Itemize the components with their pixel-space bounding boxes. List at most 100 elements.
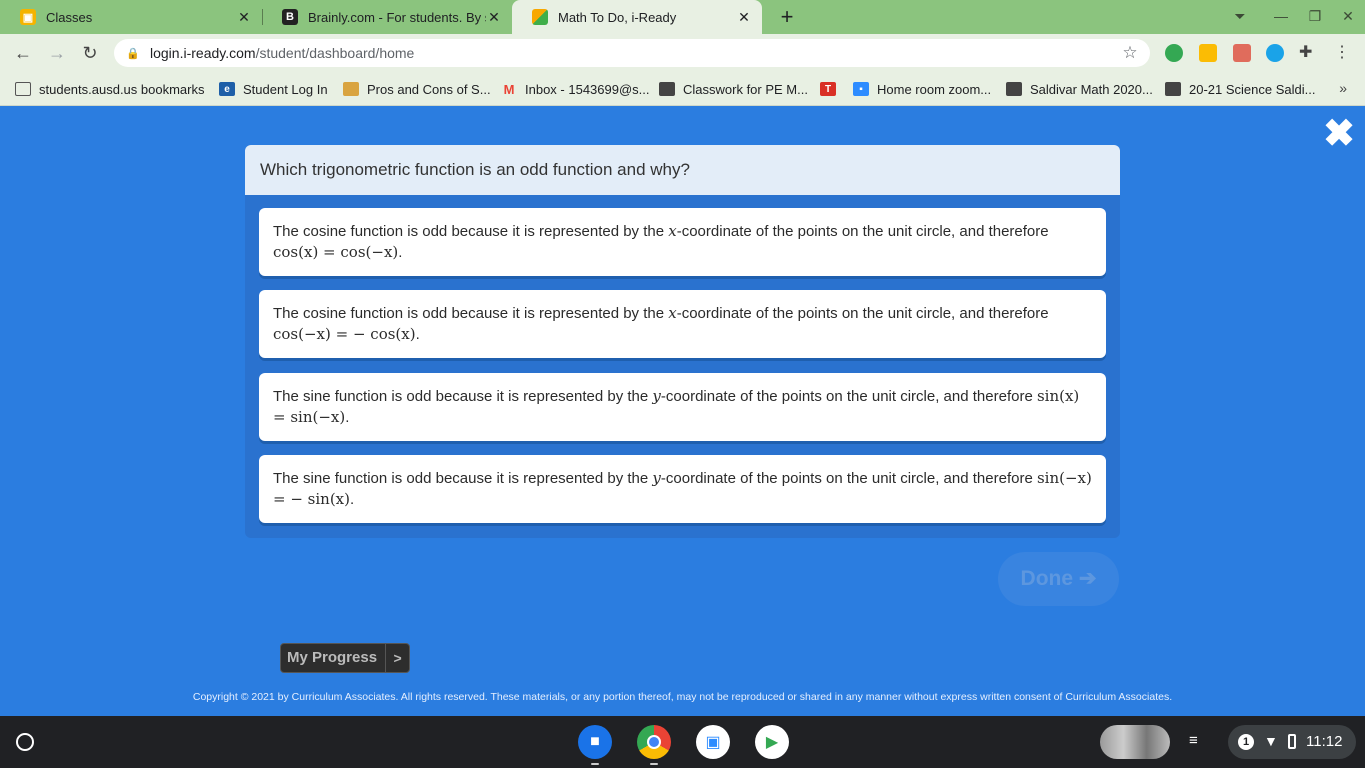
answer-option-3[interactable]: The sine function is odd because it is r…	[259, 373, 1106, 441]
extension-cast-icon[interactable]	[1233, 44, 1251, 62]
bookmark-label: 20-21 Science Saldi...	[1189, 81, 1316, 97]
close-window-icon[interactable]: ✕	[1338, 8, 1358, 25]
option-text: -coordinate of the points on the unit ci…	[676, 305, 1049, 322]
tab-title: Math To Do, i-Ready	[558, 9, 677, 25]
bookmark-site[interactable]: T	[820, 80, 844, 98]
new-tab-button[interactable]: +	[775, 5, 799, 29]
bookmark-site-icon	[343, 82, 359, 96]
option-text: The cosine function is odd because it is…	[273, 223, 669, 240]
bookmark-home-room-zoom[interactable]: ▪ Home room zoom...	[853, 80, 991, 98]
gmail-icon: M	[503, 81, 515, 97]
bookmark-inbox[interactable]: M Inbox - 1543699@s...	[501, 80, 650, 98]
option-text: .	[398, 244, 403, 261]
chrome-app-icon[interactable]	[637, 725, 671, 759]
option-text: .	[415, 326, 420, 343]
close-tab-icon[interactable]: ✕	[486, 9, 502, 25]
bookmark-saldivar-math[interactable]: Saldivar Math 2020...	[1006, 80, 1153, 98]
notifications-icon[interactable]: ≡	[1189, 732, 1198, 749]
option-variable: x	[668, 304, 677, 322]
option-text: .	[350, 491, 355, 508]
battery-icon	[1288, 734, 1296, 749]
question-panel: Which trigonometric function is an odd f…	[245, 145, 1120, 538]
bookmark-label: Pros and Cons of S...	[367, 81, 491, 97]
classroom-icon	[1165, 82, 1181, 96]
play-store-icon[interactable]: ▶	[755, 725, 789, 759]
google-classroom-icon: ▣	[20, 9, 36, 25]
answer-option-4[interactable]: The sine function is odd because it is r…	[259, 455, 1106, 523]
bookmark-label: Saldivar Math 2020...	[1030, 81, 1153, 97]
close-tab-icon[interactable]: ✕	[236, 9, 252, 25]
extension-classroom-icon[interactable]	[1199, 44, 1217, 62]
lock-icon: 🔒	[126, 48, 140, 60]
zoom-app-icon[interactable]: ■	[578, 725, 612, 759]
copyright-notice: Copyright © 2021 by Curriculum Associate…	[192, 691, 1173, 703]
extension-plus-icon[interactable]	[1165, 44, 1183, 62]
option-text: The sine function is odd because it is r…	[273, 388, 653, 405]
bookmark-pros-cons[interactable]: Pros and Cons of S...	[343, 80, 491, 98]
close-tab-icon[interactable]: ✕	[736, 9, 752, 25]
bookmark-student-login[interactable]: e Student Log In	[219, 80, 328, 98]
meet-app-icon[interactable]: ▣	[696, 725, 730, 759]
app-running-indicator	[650, 763, 658, 765]
classroom-icon	[659, 82, 675, 96]
status-tray[interactable]: 1 ▼ 11:12	[1228, 725, 1356, 759]
tab-brainly[interactable]: B Brainly.com - For students. By st ✕	[262, 0, 512, 34]
iready-icon	[532, 9, 548, 25]
option-variable: y	[652, 387, 661, 405]
launcher-icon[interactable]	[16, 733, 34, 751]
my-progress-label: My Progress	[287, 649, 378, 666]
browser-menu-icon[interactable]: ⋮	[1333, 44, 1351, 62]
bookmark-label: Inbox - 1543699@s...	[525, 81, 650, 97]
bookmark-label: Student Log In	[243, 81, 328, 97]
answer-option-2[interactable]: The cosine function is odd because it is…	[259, 290, 1106, 358]
url-text: login.i-ready.com/student/dashboard/home	[150, 45, 415, 61]
student-login-icon: e	[219, 82, 235, 96]
tab-iready[interactable]: Math To Do, i-Ready ✕	[512, 0, 762, 34]
option-text: -coordinate of the points on the unit ci…	[660, 470, 1037, 487]
tab-strip: ▣ Classes ✕ B Brainly.com - For students…	[0, 0, 1365, 34]
browser-toolbar: ← → ↻ 🔒 login.i-ready.com/student/dashbo…	[0, 34, 1365, 72]
extension-globe-icon[interactable]	[1266, 44, 1284, 62]
option-text: -coordinate of the points on the unit ci…	[660, 388, 1037, 405]
restore-icon[interactable]: ❐	[1305, 8, 1325, 25]
bookmarks-overflow-icon[interactable]: »	[1339, 80, 1347, 96]
tab-title: Brainly.com - For students. By st	[308, 9, 486, 25]
tab-classes[interactable]: ▣ Classes ✕	[0, 0, 262, 34]
option-text: .	[345, 409, 350, 426]
clock: 11:12	[1306, 733, 1343, 750]
extensions-puzzle-icon[interactable]: ✚	[1299, 44, 1317, 62]
tab-title: Classes	[46, 9, 93, 25]
wifi-icon: ▼	[1264, 733, 1278, 749]
option-variable: y	[652, 469, 661, 487]
back-icon[interactable]: ←	[12, 42, 34, 64]
answer-option-1[interactable]: The cosine function is odd because it is…	[259, 208, 1106, 276]
option-variable: x	[668, 222, 677, 240]
bookmark-classwork[interactable]: Classwork for PE M...	[659, 80, 808, 98]
option-equation: cos(x) = cos(−x)	[273, 243, 399, 261]
minimize-icon[interactable]: —	[1271, 8, 1291, 24]
question-prompt: Which trigonometric function is an odd f…	[245, 145, 1120, 195]
brainly-icon: B	[282, 9, 298, 25]
user-avatar[interactable]	[1100, 725, 1170, 759]
bookmark-label: Home room zoom...	[877, 81, 992, 97]
os-shelf: ■ ▣ ▶ ≡ 1 ▼ 11:12	[0, 716, 1365, 768]
forward-icon[interactable]: →	[46, 42, 68, 64]
bookmark-star-icon[interactable]: ☆	[1120, 43, 1140, 63]
option-equation: cos(−x) = − cos(x)	[273, 325, 416, 343]
app-running-indicator	[591, 763, 599, 765]
bookmark-site-icon: T	[820, 82, 836, 96]
option-text: -coordinate of the points on the unit ci…	[676, 223, 1049, 240]
classroom-icon	[1006, 82, 1022, 96]
option-text: The sine function is odd because it is r…	[273, 470, 653, 487]
tab-search-icon[interactable]: ⏷	[1230, 8, 1250, 25]
zoom-icon: ▪	[853, 82, 869, 96]
my-progress-button[interactable]: My Progress >	[280, 643, 411, 673]
close-lesson-icon[interactable]: ✖	[1322, 115, 1356, 153]
address-bar[interactable]: 🔒 login.i-ready.com/student/dashboard/ho…	[114, 39, 1150, 67]
reload-icon[interactable]: ↻	[79, 42, 101, 64]
notification-count-badge: 1	[1238, 734, 1254, 750]
iready-page: ✖ Which trigonometric function is an odd…	[0, 107, 1365, 716]
done-button[interactable]: Done ➔	[998, 552, 1119, 606]
bookmark-science[interactable]: 20-21 Science Saldi...	[1165, 80, 1315, 98]
bookmark-folder-students[interactable]: students.ausd.us bookmarks	[15, 80, 204, 98]
